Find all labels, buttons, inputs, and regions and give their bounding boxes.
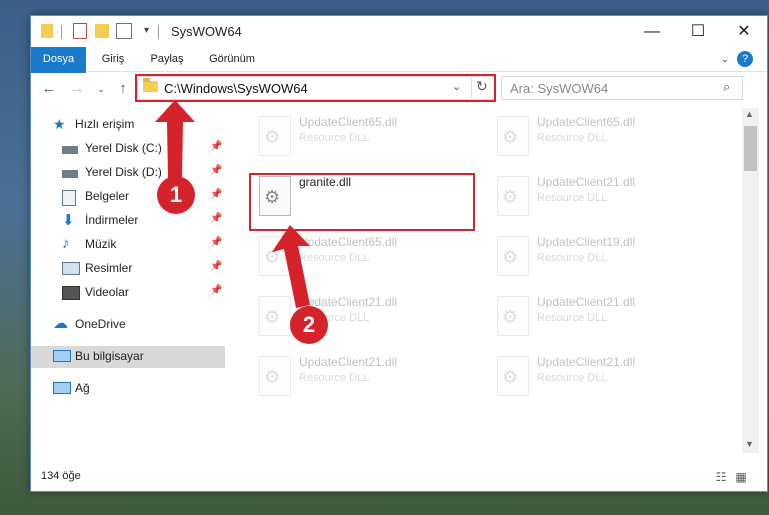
step-1-badge: 1 [157,176,195,214]
annotation-arrows [155,100,310,308]
arrow-to-address-icon [155,100,195,178]
arrow-to-file-icon [272,225,310,308]
step-2-badge: 2 [290,306,328,344]
